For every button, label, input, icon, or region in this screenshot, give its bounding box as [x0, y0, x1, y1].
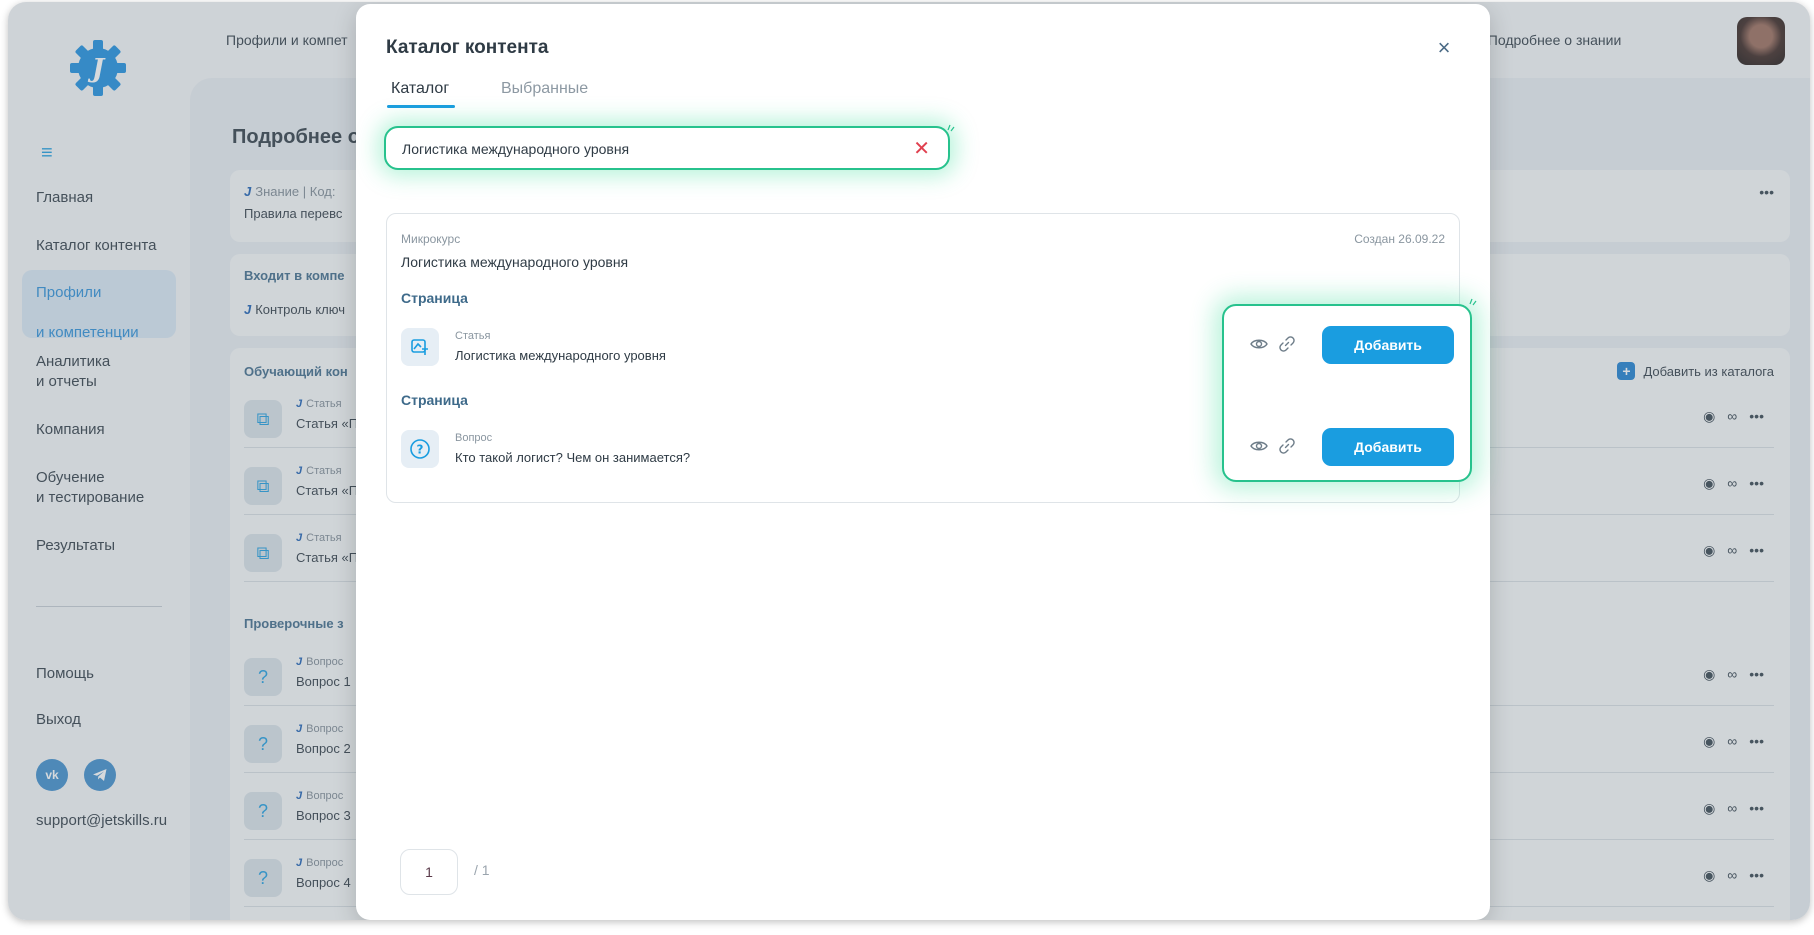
modal-title: Каталог контента: [386, 37, 549, 58]
clear-search-icon[interactable]: ✕: [913, 136, 930, 161]
tab-catalog[interactable]: Каталог: [386, 80, 456, 108]
sparkle-icon: [947, 124, 955, 132]
add-button[interactable]: Добавить: [1322, 428, 1454, 466]
page-number-input[interactable]: 1: [400, 849, 458, 895]
item-name[interactable]: Кто такой логист? Чем он занимается?: [455, 450, 690, 465]
search-box: ✕: [384, 126, 950, 170]
svg-text:?: ?: [417, 443, 424, 457]
link-icon[interactable]: [1278, 335, 1296, 353]
sparkle-icon: [1469, 298, 1477, 306]
app-window: J ≡ Главная Каталог контента Профили и ко…: [8, 2, 1810, 920]
result-type: Микрокурс: [401, 232, 461, 246]
eye-icon[interactable]: [1250, 437, 1268, 455]
add-button[interactable]: Добавить: [1322, 326, 1454, 364]
tab-selected[interactable]: Выбранные: [501, 80, 588, 98]
page-section-label: Страница: [401, 290, 468, 306]
item-actions-row: Добавить: [1250, 326, 1460, 364]
item-type: Статья: [455, 330, 491, 342]
eye-icon[interactable]: [1250, 335, 1268, 353]
result-date: Создан 26.09.22: [1354, 232, 1445, 246]
item-type: Вопрос: [455, 432, 493, 444]
search-input[interactable]: [402, 138, 902, 160]
article-icon: [401, 328, 439, 366]
page-total: / 1: [474, 862, 490, 878]
item-actions-panel: Добавить Добавить: [1222, 304, 1472, 482]
close-icon[interactable]: ×: [1432, 36, 1456, 60]
item-name[interactable]: Логистика международного уровня: [455, 348, 666, 363]
result-title[interactable]: Логистика международного уровня: [401, 254, 628, 270]
link-icon[interactable]: [1278, 437, 1296, 455]
page-section-label: Страница: [401, 392, 468, 408]
item-actions-row: Добавить: [1250, 428, 1460, 466]
question-icon: ?: [401, 430, 439, 468]
